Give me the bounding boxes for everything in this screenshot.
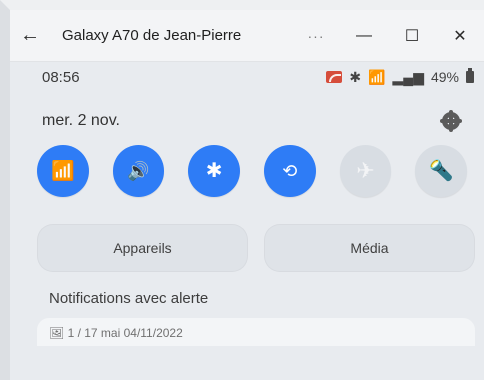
quick-tile-sound[interactable]: 🔊 xyxy=(112,145,165,197)
media-button[interactable]: Média xyxy=(264,224,475,272)
quick-tile-bluetooth[interactable]: ✱ xyxy=(188,145,241,197)
cast-icon xyxy=(326,71,343,83)
bluetooth-icon: ✱ xyxy=(349,69,362,85)
title-bar: ← Galaxy A70 de Jean-Pierre ··· — ☐ ✕ xyxy=(10,10,484,62)
quick-settings-tiles: 📶 🔊 ✱ ⟲ ✈ 🔦 xyxy=(37,145,468,201)
minimize-button[interactable]: — xyxy=(340,10,388,62)
window-title: Galaxy A70 de Jean-Pierre xyxy=(62,27,242,44)
notification-preview-text: 🖼 1 / 17 mai 04/11/2022 xyxy=(49,326,183,340)
airplane-icon: ✈ xyxy=(356,158,375,183)
date-label: mer. 2 nov. xyxy=(42,112,120,129)
more-options-button[interactable]: ··· xyxy=(292,10,340,62)
status-bar: 08:56 ✱ 📶 ▂▄▆ 49% xyxy=(42,66,474,88)
close-button[interactable]: ✕ xyxy=(436,10,484,62)
battery-icon xyxy=(466,68,474,83)
devices-button[interactable]: Appareils xyxy=(37,224,248,272)
gear-icon[interactable] xyxy=(440,112,462,130)
quick-tile-flashlight[interactable]: 🔦 xyxy=(415,145,468,197)
status-time: 08:56 xyxy=(42,68,80,86)
wifi-icon: 📶 xyxy=(368,69,386,85)
rotate-icon: ⟲ xyxy=(282,161,298,181)
battery-percent: 49% xyxy=(430,69,459,85)
sound-icon: 🔊 xyxy=(127,161,150,181)
bluetooth-icon: ✱ xyxy=(205,160,223,182)
notifications-section-title: Notifications avec alerte xyxy=(49,290,209,307)
wifi-icon: 📶 xyxy=(51,160,75,182)
back-arrow-icon[interactable]: ← xyxy=(10,10,50,62)
maximize-button[interactable]: ☐ xyxy=(388,10,436,62)
status-icons: ✱ 📶 ▂▄▆ 49% xyxy=(326,68,474,85)
flashlight-icon: 🔦 xyxy=(428,160,454,182)
signal-icon: ▂▄▆ xyxy=(392,69,424,85)
quick-tile-auto-rotate[interactable]: ⟲ xyxy=(264,145,316,197)
shortcut-chips: Appareils Média xyxy=(37,224,475,274)
quick-tile-airplane[interactable]: ✈ xyxy=(339,145,392,197)
notification-card[interactable]: 🖼 1 / 17 mai 04/11/2022 xyxy=(37,318,475,346)
app-window: ← Galaxy A70 de Jean-Pierre ··· — ☐ ✕ 08… xyxy=(0,0,484,380)
date-row: mer. 2 nov. xyxy=(42,108,474,134)
quick-tile-wifi[interactable]: 📶 xyxy=(37,145,89,197)
